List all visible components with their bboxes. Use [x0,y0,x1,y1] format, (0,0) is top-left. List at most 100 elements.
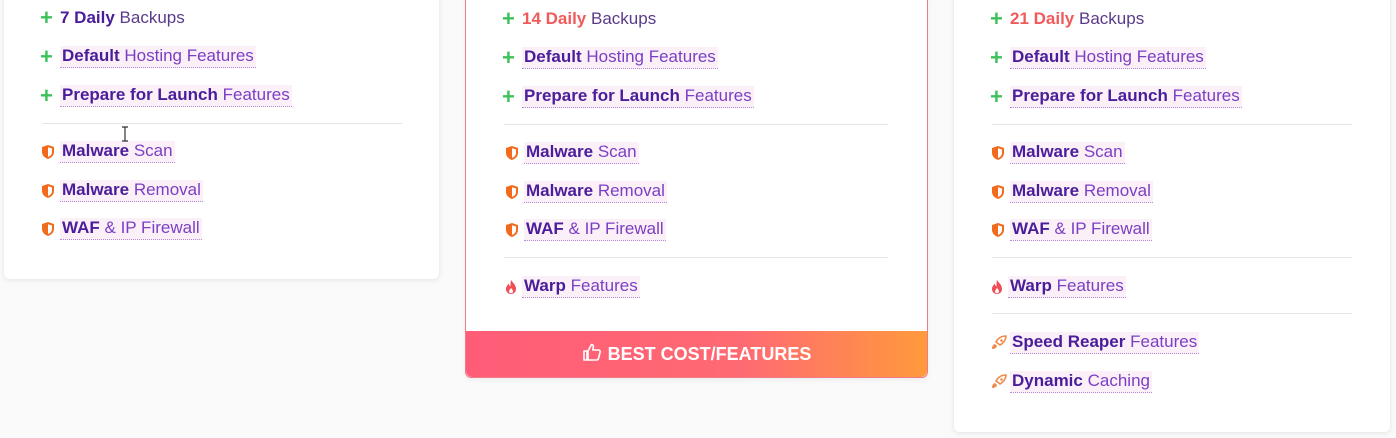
rocket-icon [990,374,1010,390]
feature-backups-bold: 14 Daily [522,9,587,28]
feature-malware-scan[interactable]: Malware Scan [990,141,1125,165]
plus-icon: + [40,5,53,30]
best-cost-features-button[interactable]: BEST COST/FEATURES [466,331,927,377]
feature-malware-scan-bold: Malware [62,141,130,160]
feature-malware-removal[interactable]: Malware Removal [990,180,1153,204]
feature-waf-bold: WAF [526,219,564,238]
plan-card-basic: + 7 Daily Backups + Default Hosting Feat… [4,0,439,279]
plus-icon: + [40,44,53,69]
plus-icon: + [990,84,1003,109]
feature-prepare-label: Features [1172,86,1240,105]
flame-icon [990,279,1008,295]
feature-prepare-bold: Prepare for Launch [62,85,218,104]
divider [992,313,1352,314]
feature-malware-removal-label: Removal [133,180,201,199]
plus-icon: + [990,6,1003,31]
thumbs-up-icon [582,342,602,367]
divider [992,124,1352,125]
feature-backups: + 7 Daily Backups [40,6,185,30]
shield-icon [990,222,1010,238]
feature-default-hosting[interactable]: + Default Hosting Features [40,45,256,69]
feature-prepare-bold: Prepare for Launch [1012,86,1168,105]
feature-warp[interactable]: Warp Features [504,275,640,299]
plus-icon: + [990,45,1003,70]
divider [504,257,888,258]
feature-backups: + 21 Daily Backups [990,7,1144,31]
feature-backups-bold: 7 Daily [60,8,115,27]
divider [992,257,1352,258]
feature-malware-scan-bold: Malware [526,142,594,161]
best-cost-features-label: BEST COST/FEATURES [607,343,812,364]
plan-card-best: + 14 Daily Backups + Default Hosting Fea… [465,0,928,378]
feature-default-label: Hosting Features [1074,47,1204,66]
feature-speed-reaper[interactable]: Speed Reaper Features [990,331,1200,355]
feature-malware-scan-label: Scan [133,141,173,160]
feature-malware-removal[interactable]: Malware Removal [40,179,203,203]
feature-warp-bold: Warp [1010,276,1052,295]
feature-dynamic-caching-label: Caching [1087,371,1150,390]
feature-malware-removal-label: Removal [597,181,665,200]
shield-icon [990,145,1010,161]
feature-dynamic-caching[interactable]: Dynamic Caching [990,370,1152,394]
feature-default-bold: Default [62,46,120,65]
feature-warp-bold: Warp [524,276,566,295]
feature-default-label: Hosting Features [586,47,716,66]
feature-malware-removal-bold: Malware [526,181,594,200]
plus-icon: + [40,83,53,108]
feature-default-bold: Default [1012,47,1070,66]
feature-malware-removal-bold: Malware [1012,181,1080,200]
plus-icon: + [502,45,515,70]
feature-waf[interactable]: WAF & IP Firewall [990,218,1152,242]
feature-default-label: Hosting Features [124,46,254,65]
feature-dynamic-caching-bold: Dynamic [1012,371,1083,390]
feature-warp[interactable]: Warp Features [990,275,1126,299]
feature-prepare-bold: Prepare for Launch [524,86,680,105]
feature-prepare-label: Features [222,85,290,104]
shield-icon [504,145,524,161]
plus-icon: + [502,6,515,31]
shield-icon [40,144,60,160]
shield-icon [40,221,60,237]
feature-malware-scan[interactable]: Malware Scan [504,141,639,165]
feature-backups-label: Backups [1079,9,1145,28]
feature-speed-reaper-bold: Speed Reaper [1012,332,1126,351]
feature-prepare-launch[interactable]: + Prepare for Launch Features [502,85,754,109]
feature-malware-removal-label: Removal [1083,181,1151,200]
feature-waf-label: & IP Firewall [104,218,200,237]
feature-waf[interactable]: WAF & IP Firewall [504,218,666,242]
feature-malware-removal[interactable]: Malware Removal [504,180,667,204]
feature-waf-bold: WAF [1012,219,1050,238]
feature-prepare-launch[interactable]: + Prepare for Launch Features [990,85,1242,109]
shield-icon [504,184,524,200]
plus-icon: + [502,84,515,109]
feature-default-bold: Default [524,47,582,66]
feature-backups-label: Backups [119,8,185,27]
feature-malware-scan[interactable]: Malware Scan [40,140,175,164]
flame-icon [504,279,522,295]
divider [42,123,402,124]
plan-card-premium: + 21 Daily Backups + Default Hosting Fea… [954,0,1390,432]
feature-malware-scan-label: Scan [1083,142,1123,161]
feature-waf-label: & IP Firewall [568,219,664,238]
shield-icon [40,183,60,199]
feature-waf-bold: WAF [62,218,100,237]
divider [504,124,888,125]
feature-warp-label: Features [570,276,638,295]
feature-malware-scan-label: Scan [597,142,637,161]
feature-waf[interactable]: WAF & IP Firewall [40,217,202,241]
feature-default-hosting[interactable]: + Default Hosting Features [502,46,718,70]
text-cursor-icon [122,126,128,142]
feature-waf-label: & IP Firewall [1054,219,1150,238]
feature-malware-removal-bold: Malware [62,180,130,199]
feature-malware-scan-bold: Malware [1012,142,1080,161]
shield-icon [504,222,524,238]
feature-prepare-label: Features [684,86,752,105]
feature-warp-label: Features [1056,276,1124,295]
feature-backups: + 14 Daily Backups [502,7,656,31]
feature-default-hosting[interactable]: + Default Hosting Features [990,46,1206,70]
feature-speed-reaper-label: Features [1130,332,1198,351]
feature-backups-bold: 21 Daily [1010,9,1075,28]
rocket-icon [990,335,1010,351]
feature-backups-label: Backups [591,9,657,28]
feature-prepare-launch[interactable]: + Prepare for Launch Features [40,84,292,108]
